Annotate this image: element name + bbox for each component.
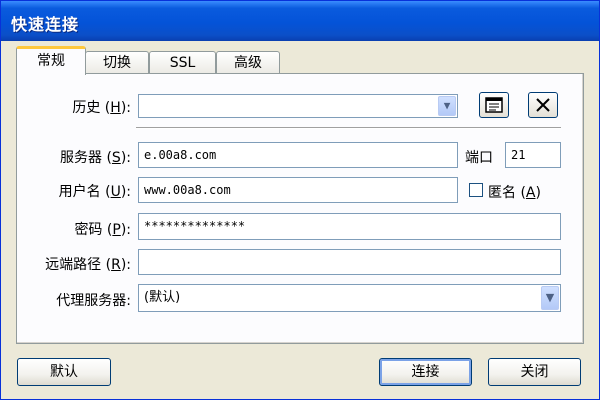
tab-general[interactable]: 常规 [16, 46, 86, 75]
delete-history-button[interactable] [528, 92, 558, 118]
history-label-text: 历史 [72, 100, 101, 116]
remote-path-label-text: 远端路径 [45, 257, 102, 273]
history-hotkey: H [110, 100, 121, 116]
chevron-down-icon[interactable]: ▼ [438, 96, 456, 116]
tab-advanced[interactable]: 高级 [216, 51, 280, 73]
proxy-label-text: 代理服务器 [56, 293, 127, 309]
title-bar[interactable]: 快速连接 [1, 1, 599, 41]
password-label-text: 密码 [74, 222, 103, 238]
tab-switch[interactable]: 切换 [85, 51, 149, 73]
anonymous-label-text: 匿名 [488, 185, 516, 201]
password-hotkey: P [112, 222, 121, 238]
chevron-down-icon[interactable]: ▼ [541, 286, 559, 310]
x-icon [536, 97, 550, 112]
anonymous-label[interactable]: 匿名 (A) [488, 182, 541, 202]
server-hotkey: S [111, 150, 121, 166]
username-label: 用户名 (U): [58, 184, 131, 200]
password-label: 密码 (P): [74, 222, 131, 238]
quick-connect-dialog: 快速连接 常规 切换 SSL 高级 历史 (H): ▼ 服务器 (S): e.0… [0, 0, 600, 400]
port-label: 端口 [465, 150, 493, 166]
window-title: 快速连接 [11, 15, 80, 34]
anonymous-checkbox[interactable] [469, 183, 483, 197]
server-label: 服务器 (S): [60, 150, 131, 166]
remote-path-input[interactable] [138, 249, 561, 275]
port-input[interactable]: 21 [505, 142, 561, 168]
remote-path-label: 远端路径 (R): [45, 257, 131, 273]
anonymous-hotkey: A [525, 185, 536, 201]
section-divider [136, 127, 561, 129]
proxy-label: 代理服务器: [56, 293, 131, 309]
history-combobox[interactable]: ▼ [138, 94, 458, 118]
address-book-icon [485, 96, 503, 113]
remote-path-hotkey: R [111, 257, 121, 273]
username-hotkey: U [110, 184, 121, 200]
close-button[interactable]: 关闭 [488, 358, 581, 386]
tab-ssl[interactable]: SSL [149, 51, 216, 73]
proxy-select[interactable]: (默认) ▼ [138, 284, 561, 312]
username-input[interactable]: www.00a8.com [138, 177, 458, 203]
address-book-button[interactable] [479, 92, 509, 118]
server-label-text: 服务器 [60, 150, 102, 166]
default-button[interactable]: 默认 [17, 358, 111, 386]
username-label-text: 用户名 [58, 184, 101, 200]
proxy-value: (默认) [144, 290, 181, 305]
connect-button[interactable]: 连接 [379, 358, 472, 386]
server-input[interactable]: e.00a8.com [138, 142, 458, 168]
password-input[interactable]: ************** [138, 213, 561, 240]
history-label: 历史 (H): [72, 100, 131, 116]
